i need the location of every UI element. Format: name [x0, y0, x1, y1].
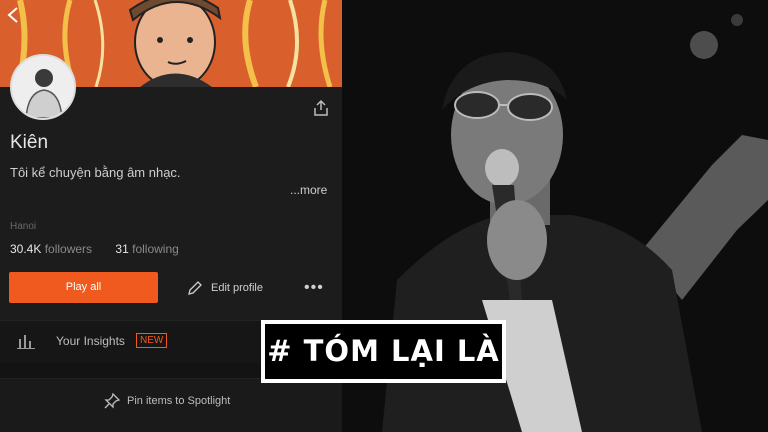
followers-link[interactable]: 30.4K followers: [10, 242, 95, 256]
profile-bio: Tôi kể chuyện bằng âm nhạc.: [10, 165, 181, 180]
profile-stats: 30.4K followers 31 following: [10, 242, 179, 256]
edit-profile-label: Edit profile: [211, 282, 263, 294]
back-button[interactable]: [6, 6, 24, 26]
following-label: following: [132, 242, 179, 256]
avatar-image: [12, 56, 74, 118]
play-all-button[interactable]: Play all: [9, 272, 158, 303]
share-icon: [314, 99, 328, 116]
share-button[interactable]: [312, 99, 330, 117]
bio-more-link[interactable]: ...more: [290, 183, 327, 197]
profile-location: Hanoi: [10, 221, 37, 232]
back-chevron-icon: [7, 7, 18, 23]
insights-label[interactable]: Your Insights: [56, 334, 125, 348]
pin-to-spotlight-button[interactable]: Pin items to Spotlight: [103, 392, 230, 410]
more-options-button[interactable]: •••: [304, 279, 324, 297]
avatar[interactable]: [10, 54, 76, 120]
following-count: 31: [115, 242, 129, 256]
followers-label: followers: [44, 242, 93, 256]
profile-name: Kiên: [10, 132, 49, 153]
followers-count: 30.4K: [10, 242, 42, 256]
pin-icon: [104, 392, 121, 409]
following-link[interactable]: 31 following: [115, 242, 178, 256]
pencil-icon: [188, 281, 202, 295]
title-badge-text: # TÓM LẠI LÀ: [267, 334, 500, 368]
title-badge: # TÓM LẠI LÀ: [261, 320, 506, 383]
pin-label: Pin items to Spotlight: [127, 395, 231, 407]
edit-profile-button[interactable]: Edit profile: [187, 278, 263, 298]
bar-chart-icon: [17, 335, 35, 349]
new-badge: NEW: [136, 333, 168, 348]
